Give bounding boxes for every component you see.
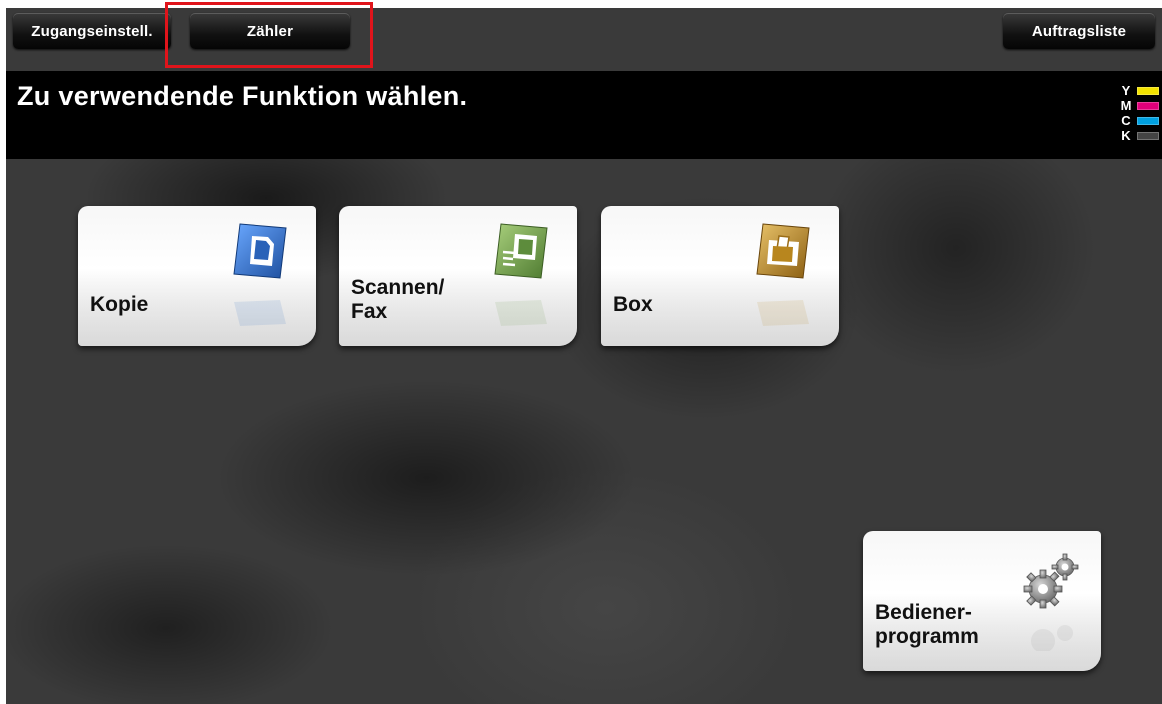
- toner-letter: C: [1121, 112, 1131, 128]
- toner-indicator: Y M C K: [1119, 83, 1159, 143]
- toner-row-yellow: Y: [1119, 83, 1159, 98]
- job-list-button[interactable]: Auftragsliste: [1003, 13, 1155, 49]
- box-icon-reflection: [757, 300, 809, 326]
- utility-label-line2: programm: [875, 625, 979, 648]
- copy-document-icon: [233, 223, 287, 279]
- scan-fax-icon: [494, 223, 548, 279]
- access-settings-button[interactable]: Zugangseinstell.: [13, 13, 171, 49]
- job-list-label: Auftragsliste: [1031, 22, 1127, 40]
- gears-icon-reflection: [1031, 625, 1073, 651]
- toner-letter: Y: [1121, 82, 1131, 98]
- scan-fax-icon-reflection: [495, 300, 547, 326]
- toner-bar-magenta: [1137, 101, 1159, 110]
- gears-icon: [1023, 553, 1079, 609]
- toner-row-magenta: M: [1119, 98, 1159, 113]
- box-tile[interactable]: Box: [601, 206, 839, 346]
- copy-icon-reflection: [234, 300, 286, 326]
- toner-row-cyan: C: [1119, 113, 1159, 128]
- scan-fax-label-line1: Scannen/: [351, 276, 445, 299]
- counter-label: Zähler: [246, 22, 294, 40]
- toner-letter: M: [1120, 97, 1132, 113]
- box-label: Box: [613, 293, 653, 316]
- toner-letter: K: [1121, 127, 1131, 143]
- access-settings-label: Zugangseinstell.: [31, 22, 153, 40]
- utility-label-line1: Bediener-: [875, 601, 972, 624]
- message-bar: Zu verwendende Funktion wählen. Y M C K: [6, 71, 1162, 159]
- toner-bar-yellow: [1137, 86, 1159, 95]
- toner-bar-black: [1137, 131, 1159, 140]
- utility-tile[interactable]: Bediener- programm: [863, 531, 1101, 671]
- scan-fax-label-line2: Fax: [351, 300, 388, 323]
- scan-fax-tile[interactable]: Scannen/ Fax: [339, 206, 577, 346]
- counter-button[interactable]: Zähler: [190, 13, 350, 49]
- copy-tile[interactable]: Kopie: [78, 206, 316, 346]
- page-title: Zu verwendende Funktion wählen.: [17, 81, 468, 111]
- toner-row-black: K: [1119, 128, 1159, 143]
- box-folder-icon: [756, 223, 810, 279]
- toner-bar-cyan: [1137, 116, 1159, 125]
- copy-label: Kopie: [90, 293, 149, 316]
